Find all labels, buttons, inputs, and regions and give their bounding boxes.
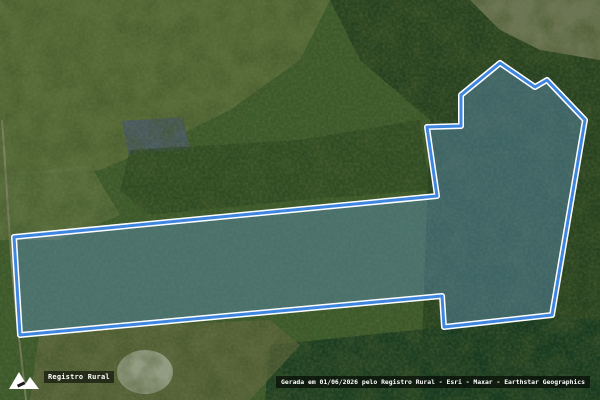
- map-attribution: Gerada em 01/06/2026 pelo Registro Rural…: [276, 376, 590, 388]
- map-view[interactable]: Registro Rural Gerada em 01/06/2026 pelo…: [0, 0, 600, 400]
- brand-name: Registro Rural: [44, 371, 114, 383]
- satellite-imagery: [0, 0, 600, 400]
- registro-rural-logo-icon: [9, 372, 39, 389]
